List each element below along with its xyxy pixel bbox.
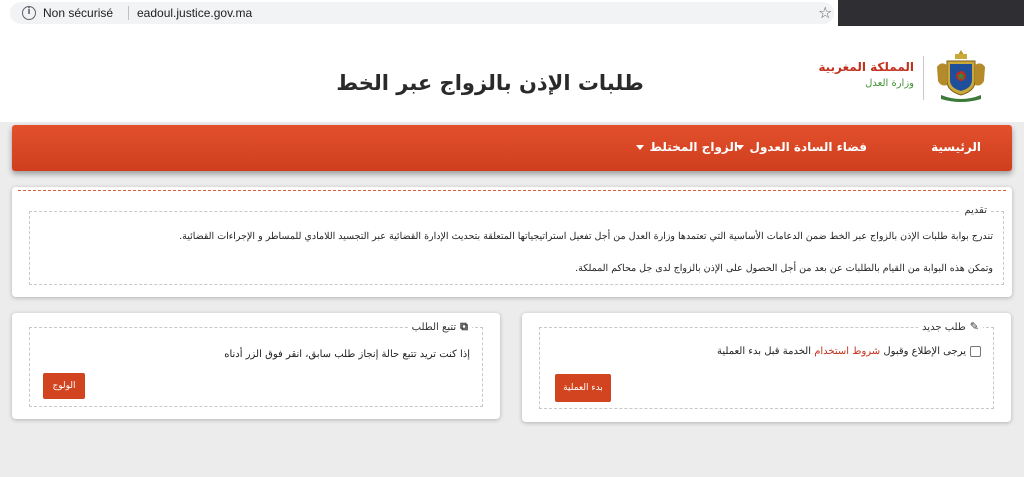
new-request-fieldset: ✎طلب جديد يرجى الإطلاع وقبول شروط استخدا…	[539, 320, 994, 409]
browser-frame	[838, 0, 1024, 26]
edit-icon: ✎	[969, 320, 979, 333]
nav-home[interactable]: الرئيسية	[931, 138, 981, 156]
new-request-panel: ✎طلب جديد يرجى الإطلاع وقبول شروط استخدا…	[522, 313, 1011, 422]
intro-fieldset: تقديم تندرج بوابة طلبات الإذن بالزواج عب…	[29, 204, 1004, 285]
nav-mixed-marriage-dropdown[interactable]: الزواج المختلط	[635, 138, 738, 156]
page: طلبات الإذن بالزواج عبر الخط المملكة الم…	[0, 26, 1024, 477]
terms-row: يرجى الإطلاع وقبول شروط استخدام الخدمة ق…	[717, 345, 981, 359]
site-header: طلبات الإذن بالزواج عبر الخط المملكة الم…	[0, 26, 1024, 122]
logo-divider	[923, 56, 924, 100]
track-request-panel: ⧉تتبع الطلب إذا كنت تريد تتبع حالة إنجاز…	[12, 313, 500, 419]
info-icon[interactable]: i	[22, 6, 36, 20]
nav-adoul-space-label: فضاء السادة العدول	[749, 140, 867, 154]
intro-paragraph-1: تندرج بوابة طلبات الإذن بالزواج عبر الخط…	[179, 231, 993, 242]
ministry-name: وزارة العدل	[865, 78, 914, 89]
track-request-legend: ⧉تتبع الطلب	[407, 320, 472, 335]
track-request-text: إذا كنت تريد تتبع حالة إنجاز طلب سابق، ا…	[224, 349, 470, 360]
terms-text-after: الخدمة قبل بدء العملية	[717, 346, 815, 357]
track-request-legend-label: تتبع الطلب	[411, 322, 457, 333]
terms-of-use-link[interactable]: شروط استخدام	[814, 346, 880, 357]
omnibox[interactable]: i Non sécurisé eadoul.justice.gov.ma ☆	[10, 2, 834, 24]
main-navbar: الرئيسية فضاء السادة العدول الزواج المخت…	[12, 125, 1012, 171]
intro-paragraph-2: وتمكن هذه البوابة من القيام بالطلبات عن …	[575, 263, 993, 274]
dashed-divider	[18, 190, 1006, 191]
new-request-legend-label: طلب جديد	[922, 322, 966, 333]
caret-down-icon	[635, 145, 644, 150]
login-button[interactable]: الولوج	[43, 373, 85, 399]
start-process-button[interactable]: بدء العملية	[555, 374, 611, 402]
omnibox-separator	[128, 6, 129, 20]
moroccan-coat-of-arms-icon	[937, 50, 985, 102]
new-request-legend: ✎طلب جديد	[918, 320, 983, 335]
browser-address-bar: i Non sécurisé eadoul.justice.gov.ma ☆	[0, 0, 1024, 26]
intro-legend: تقديم	[960, 204, 991, 218]
nav-mixed-marriage-label: الزواج المختلط	[649, 140, 738, 154]
security-status-label[interactable]: Non sécurisé	[43, 6, 113, 20]
track-request-fieldset: ⧉تتبع الطلب إذا كنت تريد تتبع حالة إنجاز…	[29, 320, 483, 407]
intro-panel: تقديم تندرج بوابة طلبات الإذن بالزواج عب…	[12, 187, 1012, 297]
kingdom-name: المملكة المغربية	[818, 60, 914, 74]
page-title: طلبات الإذن بالزواج عبر الخط	[336, 71, 644, 95]
url-text[interactable]: eadoul.justice.gov.ma	[137, 6, 252, 20]
external-link-icon: ⧉	[460, 320, 468, 333]
bookmark-star-icon[interactable]: ☆	[818, 3, 832, 23]
nav-adoul-space-dropdown[interactable]: فضاء السادة العدول	[735, 138, 867, 156]
terms-text-before: يرجى الإطلاع وقبول	[880, 346, 966, 357]
terms-checkbox[interactable]	[970, 346, 981, 357]
